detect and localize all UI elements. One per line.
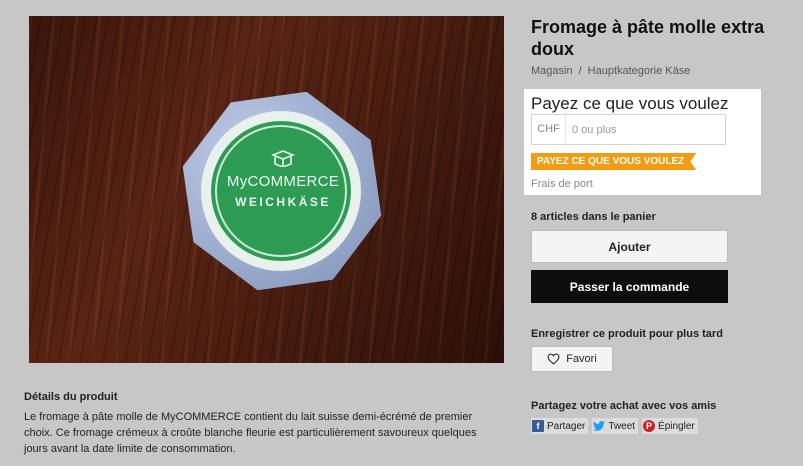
favorite-button[interactable]: Favori	[531, 346, 613, 372]
pay-what-you-want-heading: Payez ce que vous voulez	[531, 94, 729, 113]
breadcrumb: Magasin / Hauptkategorie Käse	[531, 65, 690, 77]
favorite-label: Favori	[566, 353, 597, 365]
share-pinterest-button[interactable]: P Épingler	[642, 418, 698, 434]
pay-what-you-want-badge: PAYEZ CE QUE VOUS VOULEZ	[531, 153, 696, 170]
shipping-costs-link[interactable]: Frais de port	[531, 178, 593, 190]
pinterest-icon: P	[643, 420, 656, 432]
product-details-text: Le fromage à pâte molle de MyCOMMERCE co…	[24, 411, 477, 455]
share-buttons: f Partager Tweet P Épingler	[531, 418, 698, 434]
box-icon	[271, 150, 295, 167]
product-details-heading: Détails du produit	[24, 391, 118, 403]
facebook-icon: f	[532, 420, 544, 432]
share-twitter-button[interactable]: Tweet	[592, 418, 639, 434]
heart-icon	[547, 353, 560, 365]
share-pinterest-label: Épingler	[658, 420, 695, 432]
pay-what-you-want-panel: Payez ce que vous voulez CHF PAYEZ CE QU…	[524, 89, 761, 195]
currency-label: CHF	[532, 115, 566, 144]
share-heading: Partagez votre achat avec vos amis	[531, 400, 717, 412]
breadcrumb-separator: /	[578, 65, 582, 77]
share-facebook-button[interactable]: f Partager	[531, 418, 589, 434]
breadcrumb-item-shop[interactable]: Magasin	[531, 65, 573, 77]
price-input[interactable]	[566, 115, 724, 144]
label-brand-text: MyCOMMERCE	[226, 173, 340, 190]
cheese-label: MyCOMMERCE WEICHKÄSE	[201, 111, 361, 271]
share-twitter-label: Tweet	[608, 420, 636, 432]
product-image[interactable]: MyCOMMERCE WEICHKÄSE	[29, 16, 504, 363]
checkout-button[interactable]: Passer la commande	[531, 270, 728, 303]
save-for-later-heading: Enregistrer ce produit pour plus tard	[531, 328, 723, 340]
product-title: Fromage à pâte molle extra doux	[531, 17, 765, 59]
cart-count-text: 8 articles dans le panier	[531, 211, 656, 223]
twitter-icon	[593, 420, 606, 432]
share-facebook-label: Partager	[547, 420, 586, 432]
add-to-cart-button[interactable]: Ajouter	[531, 230, 728, 263]
label-sub-text: WEICHKÄSE	[235, 195, 331, 209]
price-field: CHF	[531, 114, 726, 145]
breadcrumb-item-category[interactable]: Hauptkategorie Käse	[588, 65, 691, 77]
